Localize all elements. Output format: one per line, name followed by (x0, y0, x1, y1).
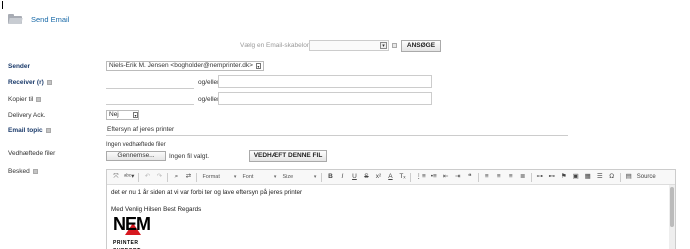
receiver-label: Receiver (r) (8, 79, 52, 86)
anchor-icon[interactable]: ⚑ (560, 173, 568, 181)
chevron-down-icon: ▾ (133, 112, 138, 118)
file-status: Ingen fil valgt. (169, 153, 210, 160)
outdent-icon[interactable]: ⇤ (442, 173, 450, 181)
editor-toolbar: ⤧ ᵃᵇᶜ▾ ↶ ↷ ⌕ ⇄ Format Font Size B I U S … (107, 170, 675, 185)
text-color-icon[interactable]: A (386, 173, 394, 181)
text-cursor (2, 1, 3, 9)
info-icon (32, 168, 38, 174)
image-icon[interactable]: ▣ (572, 173, 580, 181)
special-char-button[interactable]: Ω (608, 173, 616, 181)
copy-to-label: Kopier til (8, 96, 42, 103)
editor-scrollbar[interactable] (669, 185, 675, 249)
template-info-icon (392, 43, 397, 48)
receiver-input[interactable] (106, 79, 194, 89)
blockquote-icon[interactable]: ❝ (466, 173, 474, 181)
template-label: Vælg en Email-skabelon (240, 42, 311, 49)
unlink-icon[interactable]: ⊷ (548, 173, 556, 181)
delivery-ack-value: Nej (109, 111, 119, 118)
page-title[interactable]: Send Email (31, 15, 69, 24)
undo-icon[interactable]: ↶ (143, 173, 151, 181)
bold-button[interactable]: B (326, 173, 334, 181)
no-attachments-text: Ingen vedhæftede filer (106, 142, 166, 148)
company-logo: NEM PRINTER SUPPORT (113, 214, 151, 249)
topic-input[interactable]: Eftersyn af jeres printer (106, 125, 568, 136)
superscript-button[interactable]: x² (374, 173, 382, 181)
link-icon[interactable]: ⊶ (536, 173, 544, 181)
align-center-icon[interactable]: ≡ (495, 173, 503, 181)
numbered-list-icon[interactable]: ⋮≡ (415, 173, 425, 181)
topic-label: Email topic (8, 127, 51, 134)
message-label: Besked (8, 168, 38, 175)
source-icon[interactable]: ▤ (625, 173, 633, 181)
attachments-label: Vedhæftede filer (8, 150, 56, 157)
receiver-alt-input[interactable] (218, 75, 432, 88)
copy-to-input[interactable] (106, 95, 194, 105)
size-dropdown[interactable]: Size (282, 173, 316, 182)
page-header: Send Email (8, 12, 69, 26)
message-line: det er nu 1 år siden at vi var forbi ter… (111, 189, 303, 196)
italic-button[interactable]: I (338, 173, 346, 181)
bullet-list-icon[interactable]: •≡ (430, 173, 438, 181)
horizontal-rule-icon[interactable]: ☰ (596, 173, 604, 181)
underline-button[interactable]: U (350, 173, 358, 181)
find-icon[interactable]: ⌕ (172, 173, 180, 181)
redo-icon[interactable]: ↷ (155, 173, 163, 181)
sender-label: Sender (8, 63, 31, 70)
template-select[interactable]: ▾ (309, 40, 389, 51)
delivery-ack-label: Delivery Ack. (8, 112, 46, 119)
chevron-down-icon: ▾ (255, 63, 261, 69)
message-editor[interactable]: ⤧ ᵃᵇᶜ▾ ↶ ↷ ⌕ ⇄ Format Font Size B I U S … (106, 169, 676, 249)
or-label: og/eller (198, 96, 220, 103)
align-right-icon[interactable]: ≡ (507, 173, 515, 181)
remove-format-icon[interactable]: Tₓ (398, 173, 406, 181)
replace-icon[interactable]: ⇄ (184, 173, 192, 181)
spellcheck-icon[interactable]: ᵃᵇᶜ▾ (124, 173, 134, 181)
info-icon (45, 127, 51, 133)
align-left-icon[interactable]: ≡ (483, 173, 491, 181)
align-justify-icon[interactable]: ≣ (519, 173, 527, 181)
search-template-button[interactable]: ANSØGE (401, 40, 441, 52)
browse-button[interactable]: Gennemse... (106, 151, 166, 161)
source-button[interactable]: Source (637, 173, 656, 181)
attach-file-button[interactable]: VEDHÆFT DENNE FIL (249, 150, 327, 162)
info-icon (46, 79, 52, 85)
editor-content[interactable]: det er nu 1 år siden at vi var forbi ter… (107, 185, 675, 249)
chevron-down-icon: ▾ (380, 42, 387, 49)
font-dropdown[interactable]: Font (242, 173, 276, 182)
copy-to-alt-input[interactable] (218, 92, 432, 105)
sender-value: Niels-Erik M. Jensen <bogholder@nemprint… (109, 62, 253, 69)
delivery-ack-select[interactable]: Nej ▾ (106, 110, 139, 120)
folder-icon (8, 14, 23, 24)
signature-line: Med Venlig Hilsen Best Regards (111, 206, 202, 213)
sender-select[interactable]: Niels-Erik M. Jensen <bogholder@nemprint… (106, 61, 264, 71)
table-icon[interactable]: ▦ (584, 173, 592, 181)
info-icon (36, 96, 42, 102)
maximize-icon[interactable]: ⤧ (112, 173, 120, 181)
strike-button[interactable]: S (362, 173, 370, 181)
or-label: og/eller (198, 79, 220, 86)
format-dropdown[interactable]: Format (202, 173, 236, 182)
indent-icon[interactable]: ⇥ (454, 173, 462, 181)
